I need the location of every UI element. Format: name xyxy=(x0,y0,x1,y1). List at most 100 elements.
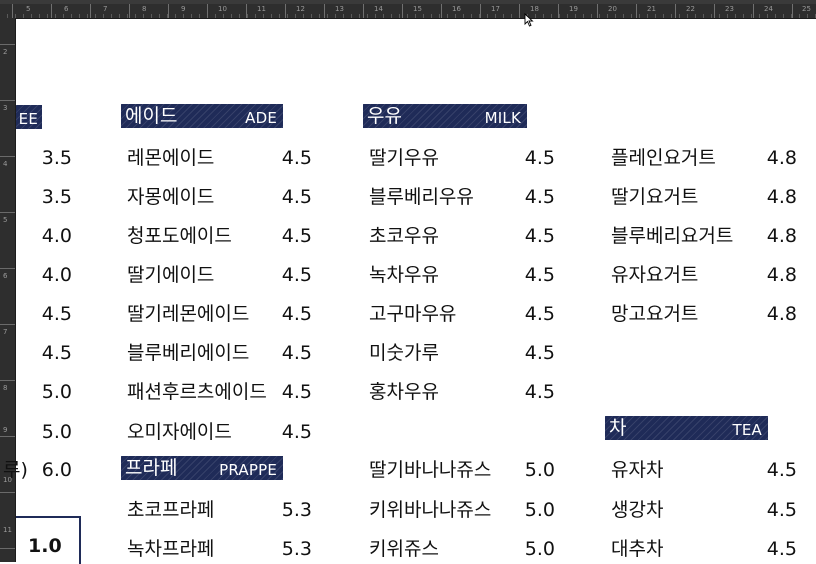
ruler-number: 5 xyxy=(3,216,8,224)
ade-item-name: 레몬에이드 xyxy=(127,147,215,169)
tea-item-price: 4.5 xyxy=(766,459,797,481)
ruler-number: 17 xyxy=(491,5,500,13)
ruler-tick xyxy=(168,4,169,18)
ruler-number: 7 xyxy=(3,328,8,336)
ruler-tick xyxy=(0,548,15,549)
ruler-tick xyxy=(753,4,754,18)
milk-item-price: 4.5 xyxy=(524,303,555,325)
ruler-tick xyxy=(792,4,793,18)
ruler-number: 19 xyxy=(569,5,578,13)
ruler-number: 25 xyxy=(802,5,811,13)
ruler-number: 6 xyxy=(3,272,8,280)
ruler-tick xyxy=(0,212,15,213)
coffee-price: 4.0 xyxy=(41,225,72,247)
ade-item-price: 4.5 xyxy=(281,381,312,403)
bottom-price-box: 1.0 xyxy=(16,516,81,564)
tea-header: 차 TEA xyxy=(605,416,768,440)
ade-header-kr: 에이드 xyxy=(125,105,178,127)
tea-item-price: 4.5 xyxy=(766,538,797,560)
frappe-header: 프라페 PRAPPE xyxy=(121,456,283,480)
milk-item-name: 미숫가루 xyxy=(369,342,439,364)
ruler-tick xyxy=(714,4,715,18)
milk-item-price: 4.5 xyxy=(524,342,555,364)
ruler-number: 8 xyxy=(3,384,8,392)
yogurt-item-name: 플레인요거트 xyxy=(611,147,716,169)
ruler-tick xyxy=(0,100,15,101)
ruler-number: 20 xyxy=(608,5,617,13)
ruler-tick xyxy=(675,4,676,18)
tea-item-price: 4.5 xyxy=(766,499,797,521)
coffee-price: 5.0 xyxy=(41,381,72,403)
milk-item-price: 4.5 xyxy=(524,225,555,247)
yogurt-item-name: 유자요거트 xyxy=(611,264,699,286)
ruler-tick xyxy=(441,4,442,18)
ruler-number: 18 xyxy=(530,5,539,13)
ruler-number: 15 xyxy=(413,5,422,13)
coffee-price: 4.5 xyxy=(41,342,72,364)
yogurt-item-name: 블루베리요거트 xyxy=(611,225,734,247)
ruler-tick xyxy=(207,4,208,18)
ruler-tick xyxy=(0,492,15,493)
ruler-number: 5 xyxy=(26,5,31,13)
milk-item-price: 4.5 xyxy=(524,186,555,208)
coffee-price: 4.5 xyxy=(41,303,72,325)
juice-item-price: 5.0 xyxy=(524,538,555,560)
yogurt-item-name: 딸기요거트 xyxy=(611,186,699,208)
coffee-header-en: EE xyxy=(18,110,38,128)
ruler-number: 14 xyxy=(374,5,383,13)
ruler-tick xyxy=(0,380,15,381)
frappe-header-kr: 프라페 xyxy=(125,457,178,479)
ruler-number: 4 xyxy=(3,160,8,168)
coffee-header: EE xyxy=(16,105,42,129)
ruler-tick xyxy=(597,4,598,18)
ruler-number: 22 xyxy=(686,5,695,13)
ruler-tick xyxy=(0,156,15,157)
ade-item-price: 4.5 xyxy=(281,147,312,169)
ruler-number: 24 xyxy=(764,5,773,13)
ade-header: 에이드 ADE xyxy=(121,104,283,128)
ruler-number: 16 xyxy=(452,5,461,13)
ruler-number: 2 xyxy=(3,48,8,56)
ruler-tick xyxy=(51,4,52,18)
milk-item-name: 고구마우유 xyxy=(369,303,457,325)
juice-item-price: 5.0 xyxy=(524,459,555,481)
juice-item-name: 키위바나나쥬스 xyxy=(369,499,492,521)
ruler-number: 11 xyxy=(3,526,12,534)
ruler-tick xyxy=(246,4,247,18)
ruler-number: 12 xyxy=(296,5,305,13)
milk-item-price: 4.5 xyxy=(524,381,555,403)
milk-item-name: 녹차우유 xyxy=(369,264,439,286)
ruler-number: 8 xyxy=(142,5,147,13)
yogurt-item-price: 4.8 xyxy=(766,264,797,286)
coffee-price: 4.0 xyxy=(41,264,72,286)
ade-item-name: 블루베리에이드 xyxy=(127,342,250,364)
ade-item-name: 오미자에이드 xyxy=(127,421,232,443)
ruler-tick xyxy=(12,4,13,18)
ade-item-price: 4.5 xyxy=(281,225,312,247)
ade-item-price: 4.5 xyxy=(281,421,312,443)
ade-header-en: ADE xyxy=(245,109,277,127)
coffee-price: 5.0 xyxy=(41,421,72,443)
ruler-number: 6 xyxy=(64,5,69,13)
ruler-tick xyxy=(0,44,15,45)
milk-header-kr: 우유 xyxy=(367,105,402,127)
ade-item-name: 딸기레몬에이드 xyxy=(127,303,250,325)
bottom-price-value: 1.0 xyxy=(28,535,62,557)
ruler-number: 7 xyxy=(103,5,108,13)
milk-item-price: 4.5 xyxy=(524,147,555,169)
milk-item-name: 블루베리우유 xyxy=(369,186,474,208)
yogurt-item-name: 망고요거트 xyxy=(611,303,699,325)
horizontal-ruler[interactable]: 5 6 7 8 9 10 11 12 13 14 15 16 17 18 19 … xyxy=(0,4,816,19)
ruler-tick xyxy=(324,4,325,18)
juice-item-name: 딸기바나나쥬스 xyxy=(369,459,492,481)
ruler-tick xyxy=(558,4,559,18)
tea-item-name: 생강차 xyxy=(611,499,664,521)
ade-item-name: 패션후르츠에이드 xyxy=(127,381,267,403)
ruler-tick xyxy=(0,324,15,325)
milk-item-name: 초코우유 xyxy=(369,225,439,247)
yogurt-item-price: 4.8 xyxy=(766,225,797,247)
ade-item-price: 4.5 xyxy=(281,342,312,364)
milk-header: 우유 MILK xyxy=(363,104,527,128)
milk-header-en: MILK xyxy=(484,109,521,127)
ade-item-name: 딸기에이드 xyxy=(127,264,215,286)
